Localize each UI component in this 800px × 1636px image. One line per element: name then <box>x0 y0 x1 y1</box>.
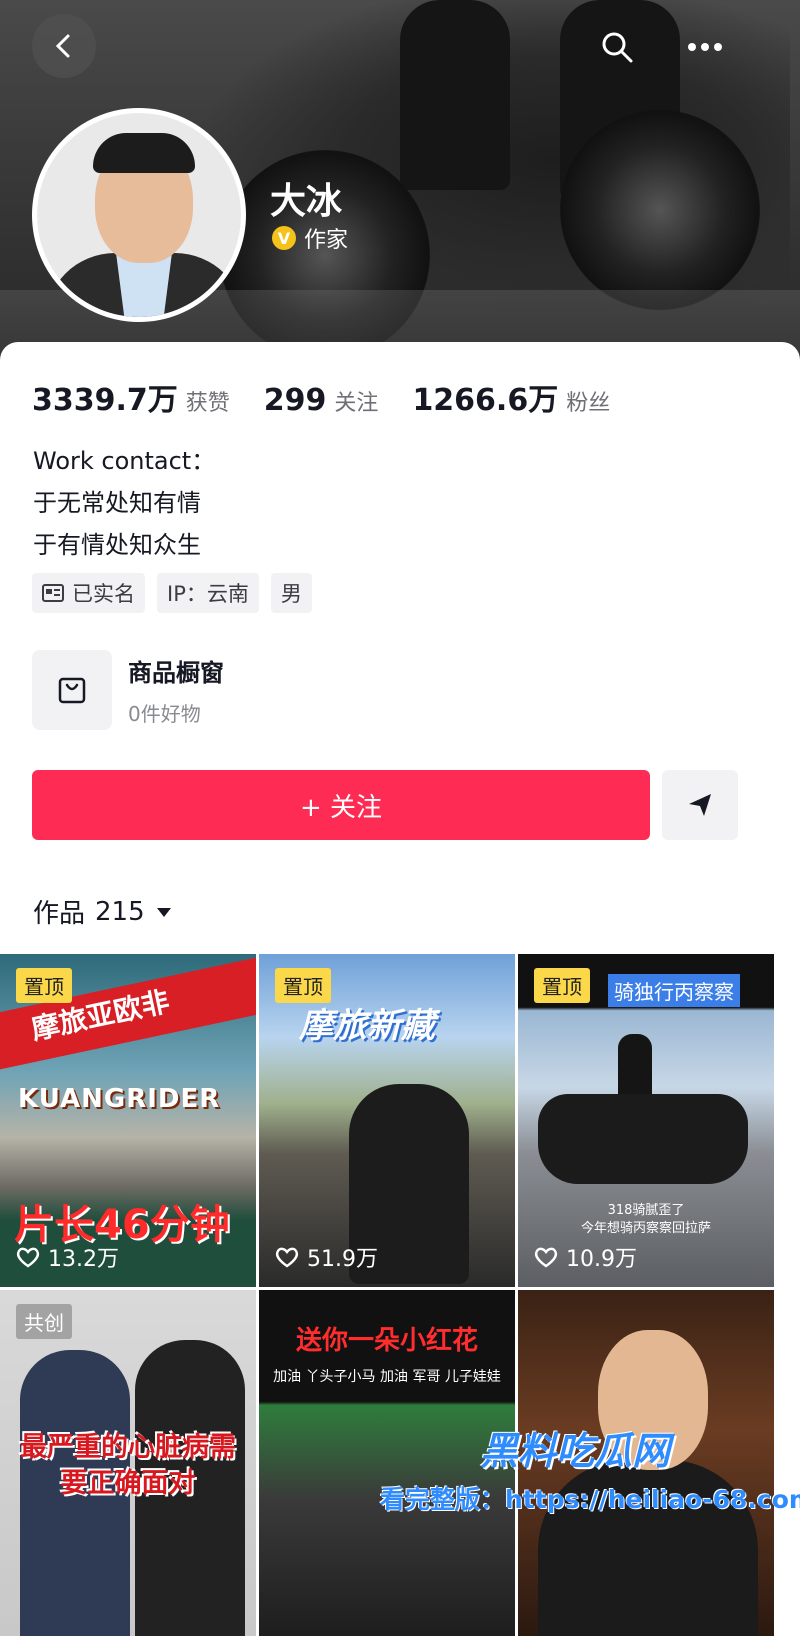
avatar[interactable] <box>32 108 246 322</box>
tag-ip-location: IP：云南 <box>157 573 259 613</box>
tag-gender: 男 <box>270 573 312 613</box>
likes-label: 获赞 <box>185 391 230 416</box>
watermark-url: 看完整版：https://heiliao-68.com <box>380 1485 800 1514</box>
video-thumbnail[interactable]: 最严重的心脏病需要正确面对 共创 <box>0 1290 256 1636</box>
id-card-icon <box>42 584 64 602</box>
following-count[interactable]: 299 <box>264 383 327 418</box>
video-title: 送你一朵小红花 <box>295 1326 478 1356</box>
shop-subtitle: 0件好物 <box>128 702 201 726</box>
shopping-bag-icon <box>32 650 112 730</box>
video-title: 摩旅新藏 <box>299 1006 435 1046</box>
verified-icon: V <box>272 226 296 250</box>
search-button[interactable] <box>592 22 642 72</box>
stats-row: 3339.7万 获赞 299 关注 1266.6万 粉丝 <box>32 375 644 419</box>
bio: Work contact： 于无常处知有情 于有情处知众生 <box>33 440 215 566</box>
tag-label: IP：云南 <box>167 582 249 606</box>
heart-icon <box>275 1247 299 1268</box>
video-thumbnail[interactable]: 骑独行丙察察 318骑腻歪了 今年想骑丙察察回拉萨 置顶 10.9万 <box>518 954 774 1287</box>
cover-wheel <box>560 110 760 310</box>
video-thumbnail[interactable]: 摩旅新藏 置顶 51.9万 <box>259 954 515 1287</box>
send-icon <box>689 794 711 816</box>
following-label: 关注 <box>334 391 379 416</box>
co-create-badge: 共创 <box>16 1304 72 1339</box>
video-thumbnail[interactable]: 送你一朵小红花 加油 丫头子小马 加油 军哥 儿子娃娃 <box>259 1290 515 1636</box>
bio-line: 于无常处知有情 <box>33 489 201 517</box>
works-label: 作品 <box>33 899 86 929</box>
more-dots-icon <box>688 43 722 51</box>
works-count: 215 <box>95 896 145 927</box>
pinned-badge: 置顶 <box>534 968 590 1003</box>
likes-count: 51.9万 <box>307 1247 378 1272</box>
share-button[interactable] <box>662 770 738 840</box>
video-brand: KUANGRIDER <box>18 1084 221 1114</box>
bio-line: 于有情处知众生 <box>33 531 201 559</box>
video-likes: 13.2万 <box>16 1241 119 1273</box>
back-button[interactable] <box>32 14 96 78</box>
pinned-badge: 置顶 <box>275 968 331 1003</box>
heart-icon <box>16 1247 40 1268</box>
search-icon <box>602 32 633 63</box>
video-subtitle: 加油 丫头子小马 加油 军哥 儿子娃娃 <box>273 1369 501 1385</box>
video-likes: 10.9万 <box>534 1241 637 1273</box>
pinned-badge: 置顶 <box>16 968 72 1003</box>
heart-icon <box>534 1247 558 1268</box>
works-tab[interactable]: 作品 215 <box>33 893 173 930</box>
video-caption: 最严重的心脏病需要正确面对 <box>20 1432 236 1499</box>
profile-name: 大冰 <box>270 181 343 222</box>
video-thumbnail[interactable]: 摩旅亚欧非 KUANGRIDER 片长46分钟 置顶 13.2万 <box>0 954 256 1287</box>
video-header: 骑独行丙察察 <box>608 974 740 1007</box>
video-likes: 51.9万 <box>275 1241 378 1273</box>
followers-count[interactable]: 1266.6万 <box>412 375 558 419</box>
tag-label: 已实名 <box>72 582 135 606</box>
more-button[interactable] <box>680 22 730 72</box>
tag-label: 男 <box>280 582 302 606</box>
watermark-title: 黑料吃瓜网 <box>480 1429 671 1473</box>
tag-verified-realname: 已实名 <box>32 573 145 613</box>
chevron-left-icon <box>55 34 70 58</box>
followers-label: 粉丝 <box>566 391 611 416</box>
cover-rider <box>400 0 510 190</box>
likes-count: 10.9万 <box>566 1247 637 1272</box>
profile-tags: 已实名 IP：云南 男 <box>32 573 312 613</box>
profile-role: V 作家 <box>272 222 348 254</box>
shop-title: 商品橱窗 <box>128 659 224 687</box>
bio-line: Work contact： <box>33 447 216 475</box>
shop-window[interactable]: 商品橱窗 0件好物 <box>32 650 224 730</box>
likes-count: 13.2万 <box>48 1247 119 1272</box>
caret-down-icon <box>156 907 171 917</box>
role-label: 作家 <box>304 228 349 253</box>
video-subtitle: 318骑腻歪了 今年想骑丙察察回拉萨 <box>580 1203 711 1236</box>
video-grid: 摩旅亚欧非 KUANGRIDER 片长46分钟 置顶 13.2万 摩旅新藏 置顶… <box>0 954 800 1636</box>
follow-button[interactable]: + 关注 <box>32 770 650 840</box>
likes-count[interactable]: 3339.7万 <box>32 375 178 419</box>
